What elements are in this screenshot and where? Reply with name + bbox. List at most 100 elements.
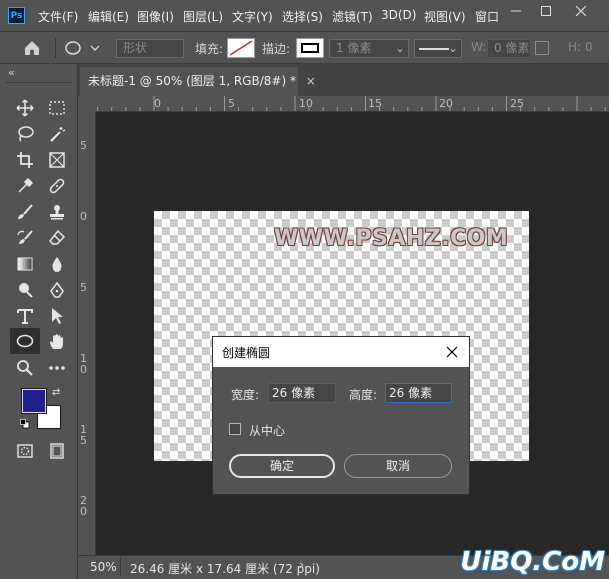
stroke-width-select[interactable]: 1 像素 ⌄ [329, 39, 409, 58]
width-label: 宽度: [231, 388, 260, 402]
height-value: 26 像素 [389, 386, 433, 400]
status-menu-arrow-icon[interactable]: › [299, 558, 304, 573]
horizontal-ruler[interactable]: 0 5 10 15 20 25 [96, 96, 609, 112]
chevron-down-icon: ⌄ [447, 41, 458, 55]
height-input[interactable]: 26 像素 [385, 383, 452, 403]
lasso-icon[interactable] [12, 121, 38, 147]
height-label: H: [568, 40, 582, 54]
type-icon[interactable] [12, 303, 38, 329]
menu-view[interactable]: 视图(V) [424, 8, 466, 25]
width-label: W: [471, 40, 487, 54]
chevron-down-icon: ⌄ [394, 41, 405, 55]
menu-window[interactable]: 窗口 [475, 8, 499, 25]
quick-mask-icon[interactable] [12, 438, 38, 464]
menu-select[interactable]: 选择(S) [282, 8, 323, 25]
history-brush-icon[interactable] [12, 225, 38, 251]
fill-swatch[interactable] [227, 38, 255, 58]
path-select-icon[interactable] [44, 303, 70, 329]
close-icon[interactable] [445, 345, 459, 359]
document-tab[interactable]: 未标题-1 @ 50% (图层 1, RGB/8#) * × [80, 67, 316, 96]
dodge-icon[interactable] [12, 277, 38, 303]
crop-icon[interactable] [12, 147, 38, 173]
menu-edit[interactable]: 编辑(E) [88, 8, 129, 25]
menu-image[interactable]: 图像(I) [137, 8, 174, 25]
ruler-tick-label: 10 [299, 97, 313, 110]
ruler-tick-label: 1 5 [80, 423, 87, 447]
tool-preset-picker[interactable] [64, 38, 104, 58]
close-window-icon[interactable] [570, 4, 592, 24]
width-value: 26 像素 [272, 386, 316, 400]
default-colors-icon[interactable] [20, 418, 30, 429]
dialog-title: 创建椭圆 [222, 346, 271, 360]
stamp-icon[interactable] [44, 199, 70, 225]
menu-type[interactable]: 文字(Y) [232, 8, 273, 25]
divider [120, 557, 121, 577]
divider [55, 38, 56, 58]
width-field[interactable]: 0 像素 [487, 39, 531, 58]
zoom-icon[interactable] [12, 355, 38, 381]
pen-icon[interactable] [44, 277, 70, 303]
home-icon[interactable] [22, 38, 42, 58]
ruler-tick-label: 25 [510, 97, 524, 110]
ruler-tick-label: 0 [80, 210, 87, 223]
eraser-icon[interactable] [44, 225, 70, 251]
cancel-button[interactable]: 取消 [344, 454, 452, 478]
stroke-swatch[interactable] [296, 38, 324, 58]
screen-mode-icon[interactable] [44, 438, 70, 464]
more-icon[interactable] [44, 355, 70, 381]
mode-select[interactable]: 形状 [116, 39, 184, 58]
swap-colors-icon[interactable]: ⇄ [52, 387, 60, 398]
hand-icon[interactable] [44, 329, 70, 355]
marquee-icon[interactable] [44, 95, 70, 121]
from-center-label: 从中心 [249, 424, 286, 438]
blur-icon[interactable] [44, 251, 70, 277]
frame-icon[interactable] [44, 147, 70, 173]
ruler-tick-label: 15 [368, 97, 382, 110]
document-info: 26.46 厘米 x 17.64 厘米 (72 ppi) [130, 562, 320, 576]
ruler-tick-label: 20 [439, 97, 453, 110]
document-tab-title: 未标题-1 @ 50% (图层 1, RGB/8#) * [88, 74, 296, 88]
menu-3d[interactable]: 3D(D) [381, 8, 416, 22]
height-label: 高度: [349, 388, 378, 402]
brush-icon[interactable] [12, 199, 38, 225]
width-input[interactable]: 26 像素 [268, 383, 336, 403]
ruler-tick-label: 5 [80, 139, 87, 152]
ruler-tick-label: 1 0 [80, 352, 87, 376]
photoshop-logo: Ps [8, 7, 25, 24]
dialog-title-bar: 创建椭圆 [213, 337, 469, 367]
ruler-tick-label: 0 [154, 97, 161, 110]
stroke-label: 描边: [262, 42, 291, 56]
minimize-icon[interactable] [505, 4, 527, 24]
menu-bar: Ps 文件(F) 编辑(E) 图像(I) 图层(L) 文字(Y) 选择(S) 滤… [0, 0, 609, 31]
mode-value: 形状 [123, 41, 148, 55]
maximize-icon[interactable] [535, 4, 557, 24]
ellipse-tool-icon[interactable] [10, 328, 40, 354]
from-center-checkbox[interactable] [229, 423, 241, 435]
ok-button[interactable]: 确定 [229, 454, 335, 478]
collapse-toolbox-icon[interactable]: « [8, 66, 15, 79]
stroke-width-value: 1 像素 [336, 41, 372, 55]
site-watermark: UiBQ.CoM [460, 547, 605, 577]
eyedropper-icon[interactable] [12, 173, 38, 199]
zoom-level[interactable]: 50% [90, 560, 117, 574]
menu-layer[interactable]: 图层(L) [183, 8, 223, 25]
ellipse-icon [65, 41, 100, 55]
ruler-tick-label: 2 0 [80, 494, 87, 518]
create-ellipse-dialog: 创建椭圆 宽度: 26 像素 高度: 26 像素 从中心 确定 取消 [213, 337, 469, 494]
move-icon[interactable] [12, 95, 38, 121]
link-icon[interactable] [535, 41, 549, 55]
healing-icon[interactable] [44, 173, 70, 199]
menu-filter[interactable]: 滤镜(T) [332, 8, 373, 25]
vertical-ruler[interactable]: 5 0 5 1 0 1 5 2 0 [78, 112, 96, 555]
ruler-tick-label: 5 [228, 97, 235, 110]
menu-file[interactable]: 文件(F) [38, 8, 78, 25]
fill-label: 填充: [195, 42, 224, 56]
close-tab-icon[interactable]: × [306, 74, 316, 88]
width-value: 0 像素 [494, 41, 530, 55]
foreground-color-swatch[interactable] [21, 388, 47, 414]
height-value: 0 [585, 40, 593, 54]
divider [6, 82, 72, 83]
gradient-icon[interactable] [12, 251, 38, 277]
magic-wand-icon[interactable] [44, 121, 70, 147]
stroke-type-select[interactable]: ⌄ [414, 39, 462, 58]
